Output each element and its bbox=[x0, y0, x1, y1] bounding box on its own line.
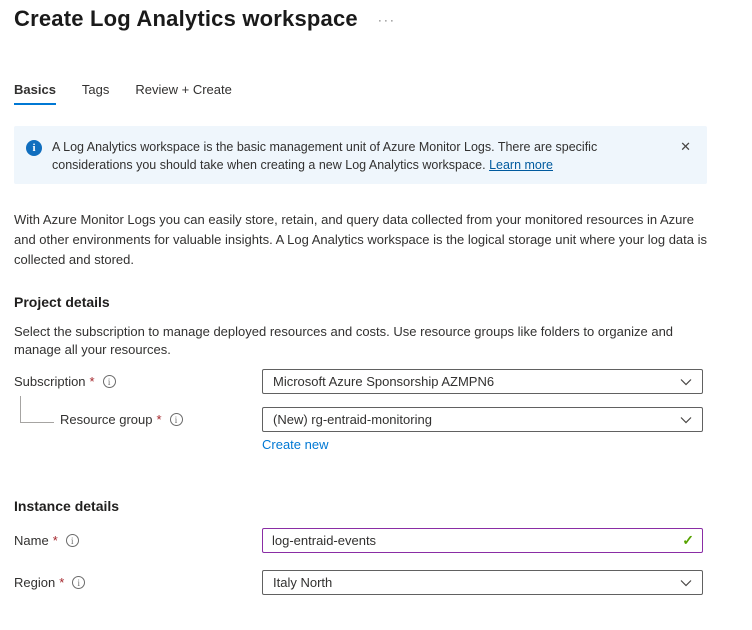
tab-review-create[interactable]: Review + Create bbox=[135, 82, 231, 105]
resource-group-value: (New) rg-entraid-monitoring bbox=[273, 412, 432, 427]
required-asterisk: * bbox=[52, 533, 58, 548]
learn-more-link[interactable]: Learn more bbox=[489, 158, 553, 172]
name-label-text: Name bbox=[14, 533, 49, 548]
project-details-heading: Project details bbox=[14, 294, 110, 310]
subscription-row: Subscription * i Microsoft Azure Sponsor… bbox=[14, 369, 738, 394]
wizard-tabs: Basics Tags Review + Create bbox=[14, 82, 738, 105]
required-asterisk: * bbox=[156, 412, 162, 427]
info-icon: i bbox=[26, 140, 42, 156]
resource-group-dropdown[interactable]: (New) rg-entraid-monitoring bbox=[262, 407, 703, 432]
close-icon[interactable]: ✕ bbox=[676, 138, 695, 155]
info-hint-icon[interactable]: i bbox=[102, 375, 116, 388]
required-asterisk: * bbox=[89, 374, 95, 389]
project-details-description: Select the subscription to manage deploy… bbox=[14, 324, 674, 357]
create-log-analytics-workspace-blade: Create Log Analytics workspace ··· Basic… bbox=[0, 0, 752, 630]
region-value: Italy North bbox=[273, 575, 333, 590]
name-input[interactable] bbox=[262, 528, 703, 553]
more-menu-icon[interactable]: ··· bbox=[378, 14, 396, 26]
region-dropdown[interactable]: Italy North bbox=[262, 570, 703, 595]
info-hint-icon[interactable]: i bbox=[65, 534, 79, 547]
info-banner: i A Log Analytics workspace is the basic… bbox=[14, 126, 707, 184]
required-asterisk: * bbox=[59, 575, 65, 590]
resource-group-tree-connector bbox=[20, 396, 54, 423]
intro-paragraph: With Azure Monitor Logs you can easily s… bbox=[14, 212, 708, 267]
tab-basics[interactable]: Basics bbox=[14, 82, 56, 105]
subscription-label-text: Subscription bbox=[14, 374, 86, 389]
page-title: Create Log Analytics workspace bbox=[14, 6, 358, 31]
project-details-form: Subscription * i Microsoft Azure Sponsor… bbox=[14, 369, 738, 454]
chevron-down-icon bbox=[680, 378, 692, 385]
resource-group-row: Resource group * i (New) rg-entraid-moni… bbox=[14, 407, 738, 454]
region-row: Region * i Italy North bbox=[14, 570, 738, 595]
resource-group-label-text: Resource group bbox=[60, 412, 153, 427]
info-banner-text: A Log Analytics workspace is the basic m… bbox=[52, 138, 658, 174]
region-label: Region * i bbox=[14, 575, 262, 590]
chevron-down-icon bbox=[680, 579, 692, 586]
create-new-link[interactable]: Create new bbox=[262, 437, 328, 452]
instance-details-heading: Instance details bbox=[14, 498, 120, 514]
blade-header: Create Log Analytics workspace ··· bbox=[14, 6, 738, 32]
subscription-dropdown[interactable]: Microsoft Azure Sponsorship AZMPN6 bbox=[262, 369, 703, 394]
subscription-value: Microsoft Azure Sponsorship AZMPN6 bbox=[273, 374, 495, 389]
chevron-down-icon bbox=[680, 416, 692, 423]
instance-details-form: Name * i ✓ Region * i Italy North bbox=[14, 528, 738, 595]
region-label-text: Region bbox=[14, 575, 56, 590]
name-row: Name * i ✓ bbox=[14, 528, 738, 553]
tab-tags[interactable]: Tags bbox=[82, 82, 109, 105]
name-label: Name * i bbox=[14, 533, 262, 548]
info-hint-icon[interactable]: i bbox=[169, 413, 183, 426]
info-hint-icon[interactable]: i bbox=[72, 576, 86, 589]
subscription-label: Subscription * i bbox=[14, 374, 262, 389]
